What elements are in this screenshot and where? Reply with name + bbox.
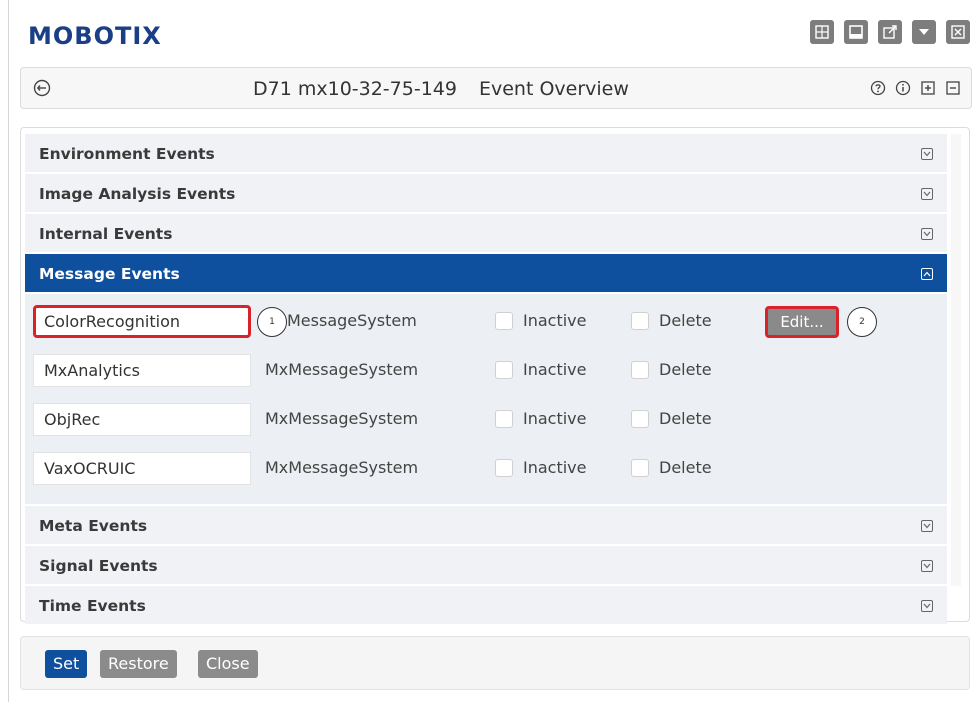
collapse-all-icon[interactable] — [945, 80, 961, 96]
event-sections: Environment Events Image Analysis Events… — [25, 134, 947, 626]
chevron-down-icon[interactable] — [921, 188, 933, 200]
delete-label: Delete — [659, 458, 712, 477]
table-row: ColorRecognition 1 MessageSystem Inactiv… — [25, 302, 947, 351]
scrollbar[interactable] — [951, 134, 961, 586]
delete-checkbox[interactable] — [631, 410, 649, 428]
section-label: Message Events — [39, 265, 180, 283]
help-icon[interactable] — [870, 80, 886, 96]
close-button[interactable]: Close — [198, 650, 258, 678]
inactive-checkbox[interactable] — [495, 410, 513, 428]
page-title: D71 mx10-32-75-149 Event Overview — [253, 78, 629, 100]
section-label: Signal Events — [39, 557, 158, 575]
event-name-input[interactable]: ObjRec — [33, 403, 251, 436]
top-toolbar — [810, 20, 970, 44]
title-icons — [870, 80, 961, 96]
section-message-events[interactable]: Message Events — [25, 254, 947, 294]
section-image-analysis-events[interactable]: Image Analysis Events — [25, 174, 947, 214]
inactive-checkbox[interactable] — [495, 361, 513, 379]
brand-logo: MOBOTIX — [28, 22, 162, 50]
delete-label: Delete — [659, 409, 712, 428]
callout-marker: 2 — [847, 307, 877, 337]
section-time-events[interactable]: Time Events — [25, 586, 947, 626]
message-system-label: MessageSystem — [287, 311, 417, 330]
event-name-input[interactable]: ColorRecognition — [33, 305, 251, 338]
section-label: Time Events — [39, 597, 146, 615]
restore-button[interactable]: Restore — [100, 650, 177, 678]
camera-name: D71 mx10-32-75-149 — [253, 78, 457, 100]
event-name-input[interactable]: MxAnalytics — [33, 354, 251, 387]
inactive-label: Inactive — [523, 458, 587, 477]
chevron-up-icon[interactable] — [921, 268, 933, 280]
page-name: Event Overview — [478, 78, 629, 100]
dropdown-icon[interactable] — [912, 20, 936, 44]
section-label: Internal Events — [39, 225, 173, 243]
edit-button[interactable]: Edit... — [765, 306, 839, 338]
grid-icon[interactable] — [810, 20, 834, 44]
chevron-down-icon[interactable] — [921, 520, 933, 532]
table-row: VaxOCRUIC MxMessageSystem Inactive Delet… — [25, 449, 947, 498]
message-system-label: MxMessageSystem — [265, 409, 419, 428]
delete-label: Delete — [659, 311, 712, 330]
section-label: Environment Events — [39, 145, 215, 163]
section-internal-events[interactable]: Internal Events — [25, 214, 947, 254]
section-meta-events[interactable]: Meta Events — [25, 506, 947, 546]
delete-label: Delete — [659, 360, 712, 379]
message-system-label: MxMessageSystem — [265, 458, 419, 477]
footer-bar: Set Restore Close — [20, 636, 970, 690]
event-name-input[interactable]: VaxOCRUIC — [33, 452, 251, 485]
expand-all-icon[interactable] — [920, 80, 936, 96]
delete-checkbox[interactable] — [631, 459, 649, 477]
delete-checkbox[interactable] — [631, 361, 649, 379]
chevron-down-icon[interactable] — [921, 228, 933, 240]
inactive-checkbox[interactable] — [495, 459, 513, 477]
window-left-border — [8, 0, 9, 702]
chevron-down-icon[interactable] — [921, 600, 933, 612]
section-signal-events[interactable]: Signal Events — [25, 546, 947, 586]
info-icon[interactable] — [895, 80, 911, 96]
inactive-label: Inactive — [523, 409, 587, 428]
chevron-down-icon[interactable] — [921, 560, 933, 572]
set-button[interactable]: Set — [45, 650, 88, 678]
close-icon[interactable] — [946, 20, 970, 44]
external-link-icon[interactable] — [878, 20, 902, 44]
chevron-down-icon[interactable] — [921, 148, 933, 160]
inactive-label: Inactive — [523, 360, 587, 379]
event-overview-panel: Environment Events Image Analysis Events… — [20, 127, 970, 626]
section-environment-events[interactable]: Environment Events — [25, 134, 947, 174]
title-bar: D71 mx10-32-75-149 Event Overview — [20, 67, 972, 109]
section-label: Image Analysis Events — [39, 185, 236, 203]
back-icon[interactable] — [33, 79, 51, 97]
message-system-label: MxMessageSystem — [265, 360, 419, 379]
message-events-list: ColorRecognition 1 MessageSystem Inactiv… — [25, 294, 947, 506]
delete-checkbox[interactable] — [631, 312, 649, 330]
window-icon[interactable] — [844, 20, 868, 44]
table-row: MxAnalytics MxMessageSystem Inactive Del… — [25, 351, 947, 400]
table-row: ObjRec MxMessageSystem Inactive Delete — [25, 400, 947, 449]
inactive-label: Inactive — [523, 311, 587, 330]
inactive-checkbox[interactable] — [495, 312, 513, 330]
section-label: Meta Events — [39, 517, 148, 535]
callout-marker: 1 — [257, 307, 287, 337]
